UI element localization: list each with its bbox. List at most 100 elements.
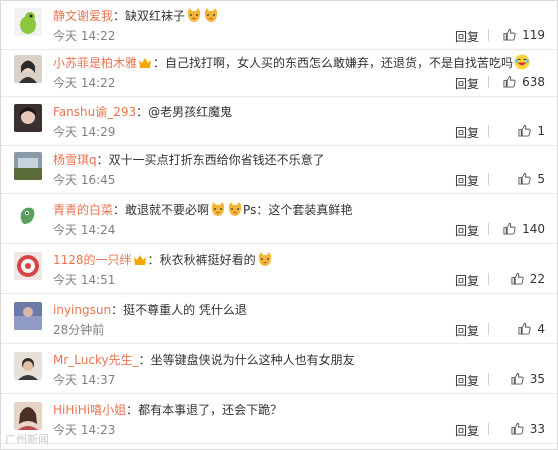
like-count: 119	[522, 28, 545, 42]
like-count: 638	[522, 75, 545, 89]
avatar[interactable]	[14, 252, 42, 280]
like-button[interactable]: 22	[495, 272, 545, 286]
reply-button[interactable]: 回复	[455, 272, 479, 289]
divider	[488, 373, 489, 385]
avatar[interactable]	[14, 55, 42, 83]
username-link[interactable]: 静文谢爱我	[53, 9, 113, 23]
divider	[488, 125, 489, 137]
like-button[interactable]: 119	[495, 28, 545, 42]
comment-time: 今天 14:24	[53, 223, 116, 237]
reply-button[interactable]: 回复	[455, 222, 479, 239]
comment-time: 今天 14:22	[53, 76, 116, 90]
avatar[interactable]	[14, 202, 42, 230]
comment-time: 今天 14:23	[53, 423, 116, 437]
comment-text: @老男孩红魔鬼	[148, 105, 233, 119]
divider	[488, 76, 489, 88]
divider	[488, 173, 489, 185]
username-link[interactable]: Fanshu谕_293	[53, 105, 136, 119]
comment-time: 28分钟前	[53, 323, 105, 337]
vip-badge-icon	[132, 253, 148, 267]
like-button[interactable]: 140	[495, 222, 545, 236]
vip-badge-icon	[137, 56, 153, 70]
reply-button[interactable]: 回复	[455, 124, 479, 141]
comment-time: 今天 14:51	[53, 273, 116, 287]
username-link[interactable]: 青青的白菜	[53, 203, 113, 217]
comment-row: Mr_Lucky先生_：坐等键盘侠说为什么这种人也有女朋友 今天 14:37 回复 3…	[1, 345, 557, 394]
reply-button[interactable]: 回复	[455, 75, 479, 92]
comment-row: Fanshu谕_293：@老男孩红魔鬼 今天 14:29 回复 1	[1, 97, 557, 146]
comment-row: inyingsun：挺不尊重人的 凭什么退 28分钟前 回复 4	[1, 295, 557, 344]
comment-row: 小苏菲是柏木雅 ：自己找打啊，女人买的东西怎么敢嫌弃，还退货，不是自找苦吃吗 今天 …	[1, 48, 557, 97]
comment-text-continued: Ps：这个套装真鲜艳	[243, 203, 353, 217]
comment-text: 双十一买点打折东西给你省钱还不乐意了	[108, 153, 325, 167]
like-button[interactable]: 5	[495, 172, 545, 186]
comment-text: 缺双红袜子	[125, 9, 186, 23]
laugh-cry-emoji-icon	[513, 54, 530, 70]
comment-time: 今天 14:29	[53, 125, 116, 139]
comment-row: 青青的白菜：敢退就不要必啊 Ps：这个套装真鲜艳 今天 14:24 回复 140	[1, 195, 557, 244]
thumbs-up-icon	[518, 322, 537, 336]
like-count: 33	[529, 422, 545, 436]
reply-button[interactable]: 回复	[455, 172, 479, 189]
reply-button[interactable]: 回复	[455, 28, 479, 45]
avatar[interactable]	[14, 152, 42, 180]
username-link[interactable]: Mr_Lucky先生_	[53, 353, 139, 367]
thumbs-up-icon	[518, 172, 537, 186]
reply-button[interactable]: 回复	[455, 372, 479, 389]
comment-time: 今天 16:45	[53, 173, 116, 187]
like-count: 1	[537, 124, 545, 138]
username-link[interactable]: 杨雪琪q	[53, 153, 97, 167]
like-button[interactable]: 4	[495, 322, 545, 336]
like-count: 5	[537, 172, 545, 186]
avatar[interactable]	[14, 402, 42, 430]
like-count: 140	[522, 222, 545, 236]
like-count: 22	[529, 272, 545, 286]
divider	[488, 323, 489, 335]
thumbs-up-icon	[503, 75, 522, 89]
divider	[488, 29, 489, 41]
reply-button[interactable]: 回复	[455, 422, 479, 439]
cat-emoji-icon	[209, 202, 226, 217]
comment-text: 坐等键盘侠说为什么这种人也有女朋友	[150, 353, 355, 367]
comment-text: 秋衣秋裤挺好看的	[159, 253, 256, 267]
thumbs-up-icon	[511, 272, 530, 286]
comment-text: 都有本事退了，还会下跪？	[138, 403, 283, 417]
comment-time: 今天 14:37	[53, 373, 116, 387]
thumbs-up-icon	[503, 222, 522, 236]
comment-time: 今天 14:22	[53, 29, 116, 43]
comment-row: 1128的一只绊 ：秋衣秋裤挺好看的 今天 14:51 回复 22	[1, 245, 557, 294]
avatar[interactable]	[14, 352, 42, 380]
comment-row: HiHiHi嘻小姐：都有本事退了，还会下跪？ 今天 14:23 回复 33	[1, 395, 557, 444]
divider	[488, 423, 489, 435]
avatar[interactable]	[14, 302, 42, 330]
avatar[interactable]	[14, 8, 42, 36]
comment-row: 静文谢爱我：缺双红袜子 今天 14:22 回复 119	[1, 1, 557, 50]
like-button[interactable]: 1	[495, 124, 545, 138]
thumbs-up-icon	[511, 422, 530, 436]
cat-emoji-icon	[202, 8, 219, 23]
cat-emoji-icon	[226, 202, 243, 217]
username-link[interactable]: HiHiHi嘻小姐	[53, 403, 126, 417]
thumbs-up-icon	[518, 124, 537, 138]
username-link[interactable]: 1128的一只绊	[53, 253, 132, 267]
thumbs-up-icon	[511, 372, 530, 386]
like-count: 4	[537, 322, 545, 336]
avatar[interactable]	[14, 104, 42, 132]
like-button[interactable]: 638	[495, 75, 545, 89]
watermark: 广州新闻	[5, 433, 49, 446]
comment-text: 敢退就不要必啊	[125, 203, 210, 217]
comment-text: 自己找打啊，女人买的东西怎么敢嫌弃，还退货，不是自找苦吃吗	[165, 56, 514, 70]
thumbs-up-icon	[503, 28, 522, 42]
like-button[interactable]: 35	[495, 372, 545, 386]
cat-emoji-icon	[256, 252, 273, 267]
comment-row: 杨雪琪q：双十一买点打折东西给你省钱还不乐意了 今天 16:45 回复 5	[1, 145, 557, 194]
like-count: 35	[529, 372, 545, 386]
username-link[interactable]: inyingsun	[53, 303, 111, 317]
username-link[interactable]: 小苏菲是柏木雅	[53, 56, 137, 70]
cat-emoji-icon	[185, 8, 202, 23]
divider	[488, 223, 489, 235]
divider	[488, 273, 489, 285]
like-button[interactable]: 33	[495, 422, 545, 436]
reply-button[interactable]: 回复	[455, 322, 479, 339]
comment-text: 挺不尊重人的 凭什么退	[123, 303, 247, 317]
